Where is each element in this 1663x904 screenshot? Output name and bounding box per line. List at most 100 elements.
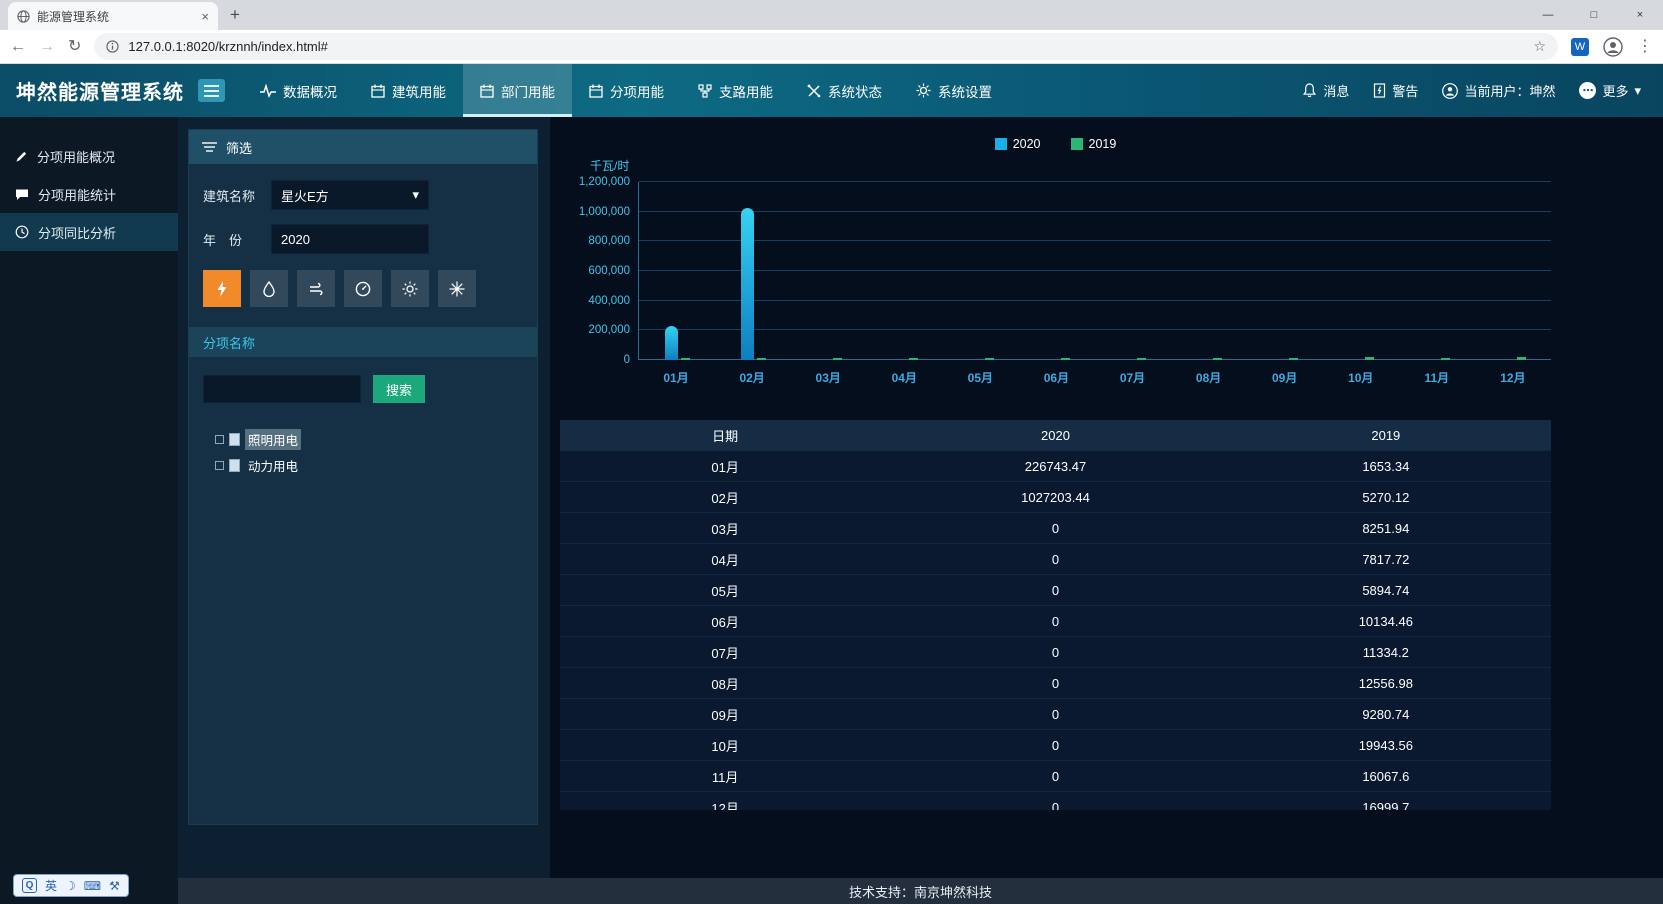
subitem-section-title: 分项名称 <box>203 333 255 352</box>
electricity-button[interactable] <box>203 270 241 307</box>
filter-form: 建筑名称 星火E方 ▾ 年 份 <box>189 164 537 327</box>
table-cell: 1027203.44 <box>890 482 1220 512</box>
sidebar-item-label: 分项用能统计 <box>38 185 116 204</box>
chart-month-group <box>1247 182 1323 360</box>
back-icon[interactable]: ← <box>10 39 26 55</box>
table-cell: 1653.34 <box>1221 451 1551 481</box>
site-info-icon[interactable] <box>106 40 119 53</box>
browser-menu-icon[interactable]: ⋮ <box>1637 39 1653 55</box>
x-axis-tick-label: 05月 <box>942 369 1018 386</box>
person-icon <box>1603 37 1623 57</box>
nav-item-system-settings[interactable]: 系统设置 <box>899 64 1009 117</box>
nav-item-branch-energy[interactable]: 支路用能 <box>681 64 790 117</box>
ime-language-toggle[interactable]: 英 <box>45 877 57 894</box>
legend-2019[interactable]: 2019 <box>1071 137 1117 151</box>
alerts-button[interactable]: 警告 <box>1373 81 1418 100</box>
table-cell: 12月 <box>560 792 890 810</box>
building-label: 建筑名称 <box>203 186 259 205</box>
forward-icon[interactable]: → <box>39 39 55 55</box>
year-input[interactable] <box>271 224 429 254</box>
tree-checkbox[interactable] <box>215 435 224 444</box>
chart-month-group <box>715 182 791 360</box>
chart-month-group <box>639 182 715 360</box>
table-row: 01月226743.471653.34 <box>560 451 1551 482</box>
legend-label: 2019 <box>1089 137 1117 151</box>
table-cell: 07月 <box>560 637 890 667</box>
nav-item-subitem-energy[interactable]: 分项用能 <box>572 64 681 117</box>
x-axis-tick-label: 11月 <box>1399 369 1475 386</box>
table-cell: 08月 <box>560 668 890 698</box>
sidebar: 分项用能概况 分项用能统计 分项同比分析 <box>0 117 178 904</box>
nav-item-department-energy[interactable]: 部门用能 <box>463 64 572 117</box>
clock-icon <box>15 225 29 239</box>
x-axis-tick-label: 08月 <box>1171 369 1247 386</box>
table-cell: 0 <box>890 606 1220 636</box>
ime-settings-icon[interactable]: ⚒ <box>109 879 120 893</box>
tree-checkbox[interactable] <box>215 461 224 470</box>
table-cell: 226743.47 <box>890 451 1220 481</box>
main-content: 2020 2019 千瓦/时 0200,000400,000600,000800… <box>550 117 1663 878</box>
document-icon <box>229 459 240 472</box>
refresh-icon[interactable]: ↻ <box>68 39 81 55</box>
subitem-search-input[interactable] <box>203 375 361 403</box>
new-tab-button[interactable]: + <box>230 5 240 25</box>
meter-button[interactable] <box>344 270 382 307</box>
sidebar-item-statistics[interactable]: 分项用能统计 <box>0 175 178 213</box>
filter-panel-title: 筛选 <box>226 138 252 157</box>
url-text[interactable]: 127.0.0.1:8020/krznnh/index.html# <box>128 39 1524 54</box>
address-bar[interactable]: 127.0.0.1:8020/krznnh/index.html# ☆ <box>94 33 1558 60</box>
search-button[interactable]: 搜索 <box>373 375 425 403</box>
nav-item-system-status[interactable]: 系统状态 <box>790 64 899 117</box>
building-select[interactable]: 星火E方 ▾ <box>271 180 429 210</box>
table-cell: 05月 <box>560 575 890 605</box>
subitem-section-header: 分项名称 <box>189 327 537 357</box>
bookmark-star-icon[interactable]: ☆ <box>1533 38 1546 55</box>
tree-item-lighting[interactable]: 照明用电 <box>215 429 537 450</box>
more-button[interactable]: ⋯ 更多 ▾ <box>1579 81 1641 100</box>
gear-icon <box>916 83 931 98</box>
legend-label: 2020 <box>1013 137 1041 151</box>
table-cell: 0 <box>890 792 1220 810</box>
more-dots-icon: ⋯ <box>1579 82 1596 99</box>
extension-icon[interactable]: W <box>1571 38 1589 56</box>
tree-item-power[interactable]: 动力用电 <box>215 455 537 476</box>
x-axis-tick-label: 02月 <box>714 369 790 386</box>
nav-item-building-energy[interactable]: 建筑用能 <box>354 64 463 117</box>
ime-keyboard-icon[interactable]: ⌨ <box>84 879 101 893</box>
chart-bar-2019 <box>985 358 994 360</box>
table-cell: 0 <box>890 637 1220 667</box>
nav-item-data-overview[interactable]: 数据概况 <box>243 64 354 117</box>
legend-2020[interactable]: 2020 <box>995 137 1041 151</box>
ime-logo-icon[interactable]: Q <box>22 878 37 893</box>
messages-button[interactable]: 消息 <box>1302 81 1349 100</box>
sidebar-item-yoy-analysis[interactable]: 分项同比分析 <box>0 213 178 251</box>
chart-bar-2019 <box>1289 358 1298 360</box>
close-button[interactable]: × <box>1617 0 1663 30</box>
cooling-button[interactable] <box>438 270 476 307</box>
maximize-button[interactable]: □ <box>1571 0 1617 30</box>
tab-close-icon[interactable]: × <box>201 9 209 24</box>
profile-avatar[interactable] <box>1602 36 1624 58</box>
building-select-value: 星火E方 <box>281 186 329 205</box>
alert-icon <box>1373 83 1386 98</box>
ime-halfwidth-icon[interactable]: ☽ <box>65 879 76 893</box>
table-cell: 0 <box>890 761 1220 791</box>
solar-button[interactable] <box>391 270 429 307</box>
table-cell: 09月 <box>560 699 890 729</box>
sidebar-toggle-button[interactable] <box>198 79 225 102</box>
minimize-button[interactable]: — <box>1525 0 1571 30</box>
browser-tab[interactable]: 能源管理系统 × <box>8 2 218 30</box>
sidebar-item-overview[interactable]: 分项用能概况 <box>0 137 178 175</box>
water-button[interactable] <box>250 270 288 307</box>
table-row: 06月010134.46 <box>560 606 1551 637</box>
gas-button[interactable] <box>297 270 335 307</box>
y-axis-tick-label: 0 <box>624 354 630 366</box>
subitem-search-row: 搜索 <box>189 357 537 403</box>
alerts-label: 警告 <box>1392 81 1418 100</box>
tools-icon <box>807 84 821 98</box>
current-user-button[interactable]: 当前用户：坤然 <box>1442 81 1555 100</box>
messages-label: 消息 <box>1323 81 1349 100</box>
ime-toolbar[interactable]: Q 英 ☽ ⌨ ⚒ <box>13 874 129 897</box>
sun-icon <box>402 281 418 297</box>
table-row: 12月016999.7 <box>560 792 1551 810</box>
